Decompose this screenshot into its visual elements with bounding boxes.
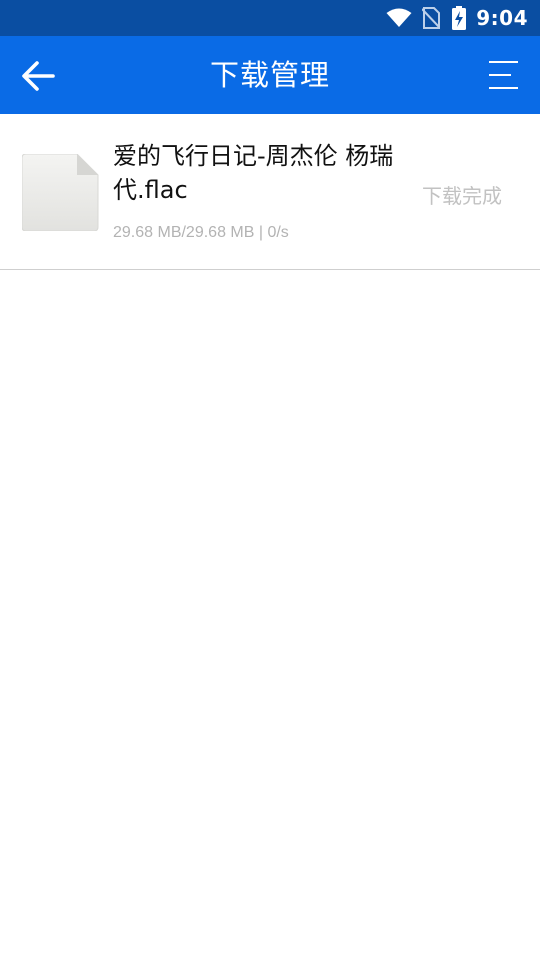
download-item[interactable]: 爱的飞行日记-周杰伦 杨瑞代.flac 29.68 MB/29.68 MB | … (0, 114, 540, 270)
file-icon (21, 153, 99, 232)
battery-charging-icon (452, 6, 467, 30)
status-icons: 9:04 (386, 0, 528, 36)
file-name: 爱的飞行日记-周杰伦 杨瑞代.flac (113, 142, 394, 204)
download-list: 爱的飞行日记-周杰伦 杨瑞代.flac 29.68 MB/29.68 MB | … (0, 114, 540, 270)
app-bar: 下载管理 (0, 36, 540, 114)
page-title: 下载管理 (209, 58, 330, 92)
menu-button[interactable] (480, 52, 526, 98)
no-sim-icon (422, 7, 441, 29)
status-time: 9:04 (476, 6, 528, 30)
status-bar: 9:04 (0, 0, 540, 36)
file-progress: 29.68 MB/29.68 MB | 0/s (113, 224, 289, 241)
download-status: 下载完成 (422, 184, 502, 208)
wifi-icon (386, 8, 412, 28)
menu-lines-icon (487, 59, 519, 91)
